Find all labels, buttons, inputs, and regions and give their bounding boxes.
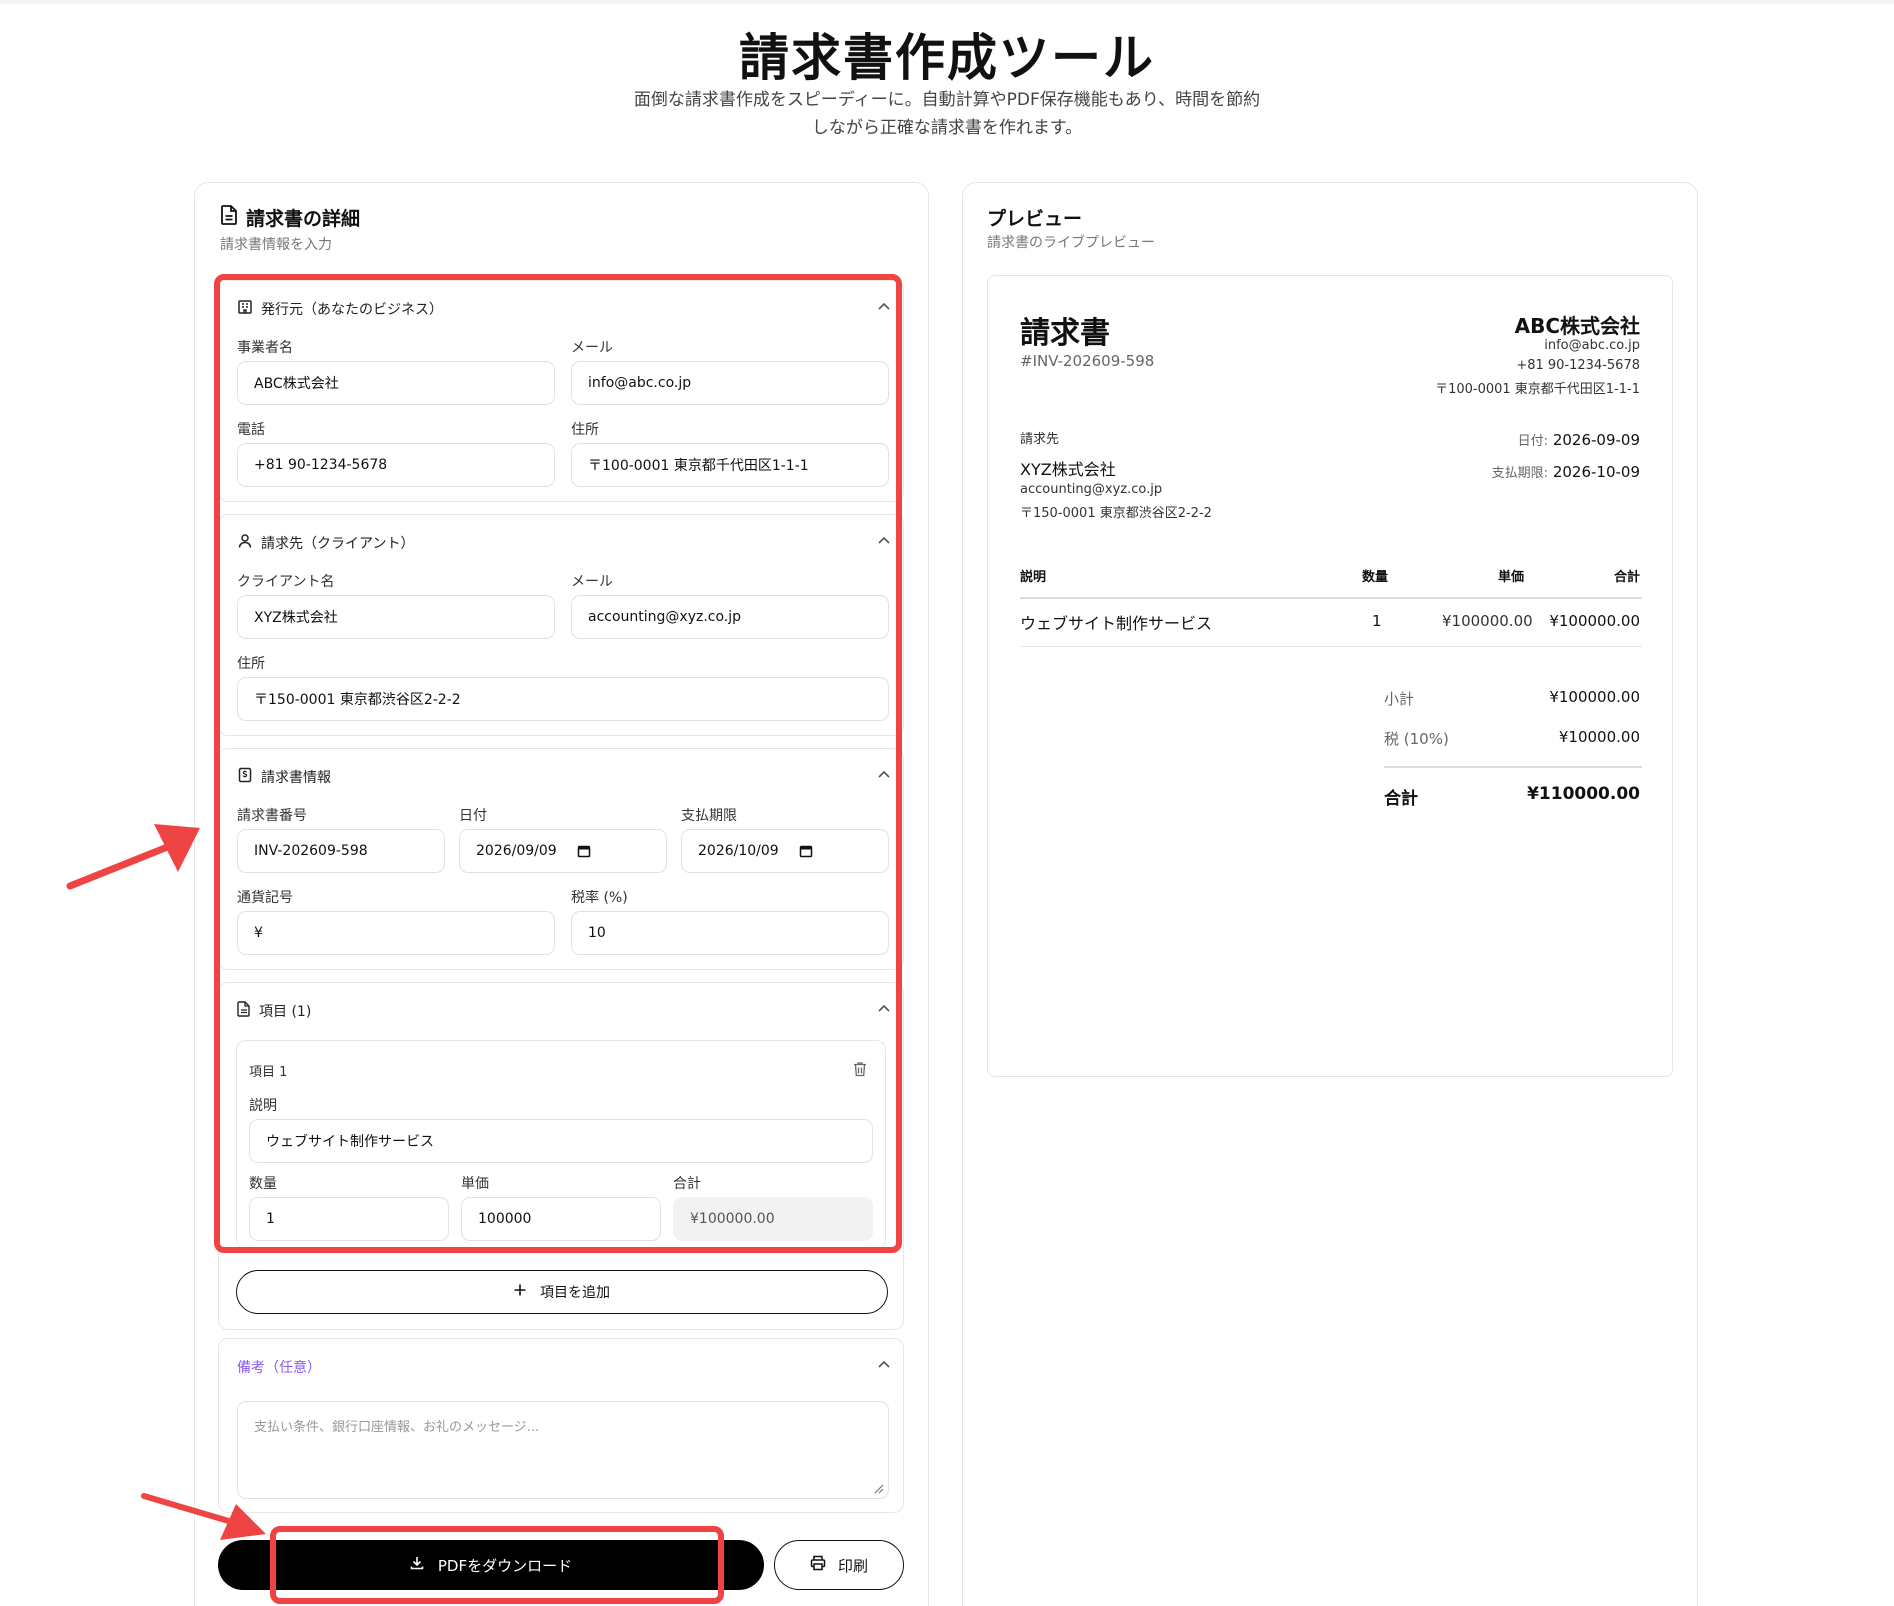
preview-subtotal-value: ¥100000.00	[1549, 688, 1640, 706]
preview-due-label: 支払期限:	[1491, 466, 1549, 481]
preview-header-price: 単価	[1498, 570, 1525, 585]
preview-doc-number: #INV-202609-598	[1020, 352, 1155, 370]
preview-table-header-divider	[1020, 597, 1642, 599]
preview-date-label: 日付:	[1517, 434, 1549, 449]
preview-grand-value: ¥110000.00	[1527, 784, 1640, 804]
preview-tax-label: 税 (10%)	[1384, 730, 1449, 748]
invoice-preview: 請求書 #INV-202609-598 ABC株式会社 info@abc.co.…	[987, 275, 1673, 1077]
preview-grand-label: 合計	[1384, 789, 1418, 809]
top-border	[0, 0, 1894, 4]
preview-date-value: 2026-09-09	[1552, 431, 1640, 449]
subtitle-line-2: しながら正確な請求書を作れます。	[811, 118, 1083, 138]
preview-date: 日付: 2026-09-09	[1518, 430, 1640, 449]
document-icon	[220, 205, 238, 230]
annotation-arrow-icon	[66, 824, 200, 890]
preview-row-divider	[1020, 646, 1642, 647]
preview-client-name: XYZ株式会社	[1020, 460, 1116, 479]
notes-textarea[interactable]: 支払い条件、銀行口座情報、お礼のメッセージ...	[237, 1401, 889, 1499]
preview-row-price: ¥100000.00	[1442, 612, 1533, 630]
plus-icon	[514, 1284, 526, 1300]
annotation-highlight-form	[214, 274, 902, 1253]
preview-row-qty: 1	[1372, 612, 1382, 630]
printer-icon	[810, 1555, 826, 1575]
preview-row-total: ¥100000.00	[1549, 612, 1640, 630]
preview-subtitle: 請求書のライブプレビュー	[987, 235, 1155, 251]
subtitle-line-1: 面倒な請求書作成をスピーディーに。自動計算やPDF保存機能もあり、時間を節約	[633, 90, 1261, 110]
annotation-highlight-pdf-button	[270, 1526, 724, 1604]
resize-handle-icon[interactable]	[872, 1482, 884, 1494]
preview-header-qty: 数量	[1362, 570, 1389, 585]
preview-issuer-name: ABC株式会社	[1514, 314, 1640, 338]
chevron-up-icon[interactable]	[875, 1355, 893, 1373]
invoice-details-subtitle: 請求書情報を入力	[220, 237, 332, 253]
preview-bill-to-label: 請求先	[1020, 432, 1060, 447]
preview-tax-value: ¥10000.00	[1558, 728, 1640, 746]
print-button[interactable]: 印刷	[774, 1540, 904, 1590]
preview-total-divider	[1384, 766, 1642, 768]
preview-issuer-address: 〒100-0001 東京都千代田区1-1-1	[1435, 382, 1640, 397]
preview-issuer-email: info@abc.co.jp	[1544, 338, 1640, 353]
preview-row-description: ウェブサイト制作サービス	[1020, 614, 1213, 633]
print-label: 印刷	[837, 1556, 868, 1575]
page-title: 請求書作成ツール	[739, 29, 1155, 87]
add-item-label: 項目を追加	[540, 1285, 610, 1301]
invoice-details-header: 請求書の詳細	[220, 204, 360, 231]
page-subtitle: 面倒な請求書作成をスピーディーに。自動計算やPDF保存機能もあり、時間を節約 し…	[612, 86, 1282, 142]
preview-header-total: 合計	[1613, 570, 1640, 585]
preview-doc-title: 請求書	[1020, 316, 1110, 351]
preview-title: プレビュー	[987, 208, 1083, 230]
preview-client-address: 〒150-0001 東京都渋谷区2-2-2	[1020, 506, 1212, 521]
preview-due-value: 2026-10-09	[1552, 463, 1640, 481]
notes-title[interactable]: 備考（任意）	[237, 1357, 321, 1377]
preview-due-date: 支払期限: 2026-10-09	[1492, 462, 1640, 481]
add-item-button[interactable]: 項目を追加	[236, 1270, 888, 1314]
preview-issuer-phone: +81 90-1234-5678	[1516, 358, 1640, 373]
invoice-details-title: 請求書の詳細	[246, 208, 361, 230]
preview-client-email: accounting@xyz.co.jp	[1020, 482, 1163, 497]
preview-subtotal-label: 小計	[1384, 690, 1415, 708]
notes-section: 備考（任意） 支払い条件、銀行口座情報、お礼のメッセージ...	[218, 1338, 904, 1513]
annotation-arrow-icon	[141, 1493, 266, 1540]
preview-header-description: 説明	[1020, 570, 1047, 585]
notes-placeholder: 支払い条件、銀行口座情報、お礼のメッセージ...	[254, 1420, 540, 1435]
